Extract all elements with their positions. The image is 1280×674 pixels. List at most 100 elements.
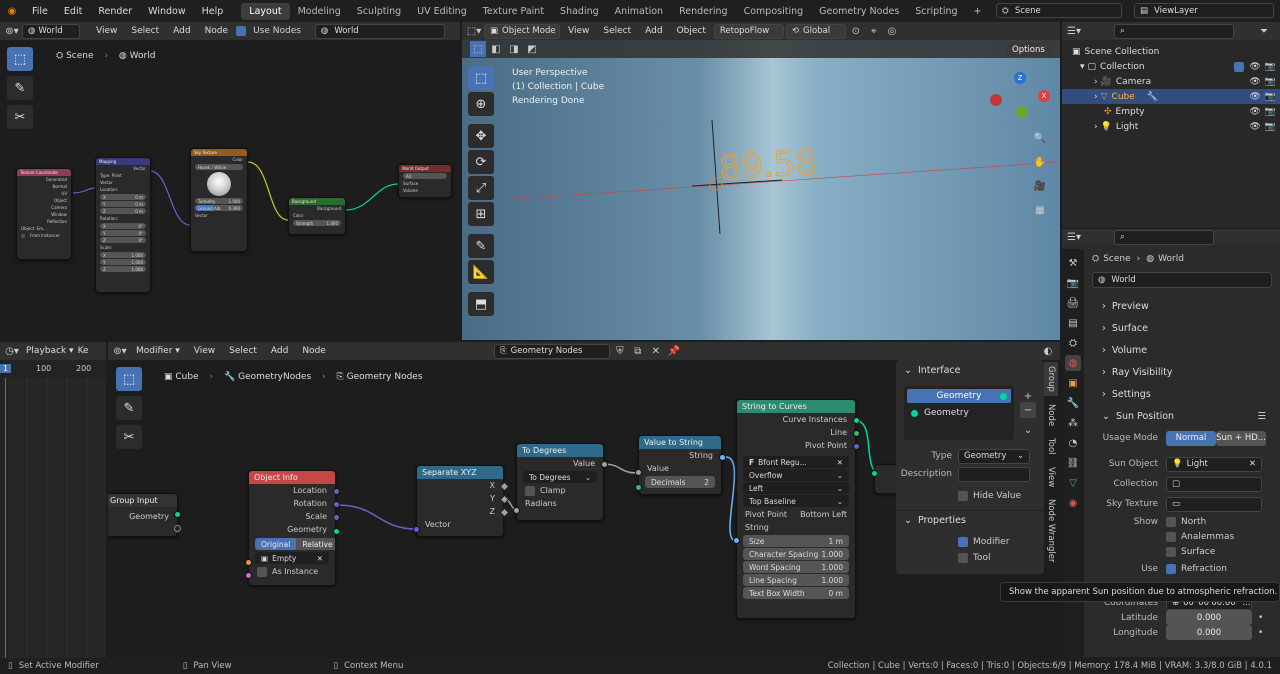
- socket-radians-in[interactable]: [513, 507, 520, 514]
- socket-object-in[interactable]: [245, 559, 252, 566]
- constraints-tab-icon[interactable]: ⛓: [1065, 455, 1081, 471]
- type-value[interactable]: Point: [112, 173, 122, 178]
- include-checkbox[interactable]: [1234, 61, 1245, 72]
- latitude-field[interactable]: 0.000: [1166, 610, 1252, 625]
- text-box-width-field[interactable]: Text Box Width 0 m: [743, 587, 849, 599]
- object-tab-icon[interactable]: ▣: [1065, 375, 1081, 391]
- keyframe-dot-icon[interactable]: •: [1258, 613, 1263, 623]
- navigation-gizmo[interactable]: Z X: [990, 72, 1050, 132]
- outliner-item-empty[interactable]: ✣ Empty 👁 📷: [1062, 104, 1280, 119]
- timeline-playhead[interactable]: [5, 378, 6, 658]
- tab-node[interactable]: Node: [1044, 400, 1058, 430]
- modifier-checkbox[interactable]: [958, 537, 968, 547]
- math-operation-dropdown[interactable]: To Degrees ⌄: [523, 471, 597, 483]
- visibility-eye-icon[interactable]: 👁: [1249, 92, 1260, 102]
- section-settings[interactable]: › Settings: [1092, 384, 1274, 404]
- expand-icon[interactable]: ›: [1094, 122, 1098, 132]
- scene-selector[interactable]: ⛭ Scene: [996, 3, 1122, 18]
- material-tab-icon[interactable]: ◉: [1065, 495, 1081, 511]
- socket-rotation-out[interactable]: [333, 501, 340, 508]
- rotation-y-field[interactable]: Y 0°: [100, 230, 146, 236]
- socket-geometry-out[interactable]: [174, 511, 181, 518]
- socket-vector-in[interactable]: [413, 526, 420, 533]
- decimals-field[interactable]: Decimals 2: [645, 476, 715, 488]
- socket-geometry-in[interactable]: [871, 470, 878, 477]
- physics-tab-icon[interactable]: ◔: [1065, 435, 1081, 451]
- world-tab-icon[interactable]: ◍: [1065, 355, 1081, 371]
- properties-search[interactable]: ⌕: [1114, 229, 1214, 245]
- viewport-3d[interactable]: ⬚▾ ▣ Object Mode View Select Add Object R…: [462, 22, 1060, 340]
- render-camera-icon[interactable]: 📷: [1265, 107, 1276, 117]
- hide-value-checkbox[interactable]: [958, 491, 968, 501]
- tab-node-wrangler[interactable]: Node Wrangler: [1044, 495, 1058, 566]
- tab-tool[interactable]: Tool: [1044, 434, 1058, 459]
- sky-texture-field[interactable]: ▭: [1166, 496, 1262, 512]
- object-field[interactable]: ▣ Empty ✕: [255, 552, 329, 564]
- view-layer-tab-icon[interactable]: ▤: [1065, 315, 1081, 331]
- refraction-checkbox[interactable]: [1166, 564, 1176, 574]
- relative-mode-button[interactable]: Relative: [296, 538, 335, 550]
- visibility-eye-icon[interactable]: 👁: [1249, 122, 1260, 132]
- socket-location-out[interactable]: [333, 488, 340, 495]
- overflow-dropdown[interactable]: Overflow ⌄: [743, 469, 849, 481]
- align-dropdown[interactable]: Left ⌄: [743, 482, 849, 494]
- socket-pivot-out[interactable]: [853, 443, 860, 450]
- socket-string-in[interactable]: [733, 537, 740, 544]
- character-spacing-field[interactable]: Character Spacing 1.000: [743, 548, 849, 560]
- outliner-collection[interactable]: ▾ ▢ Collection 👁 📷: [1062, 59, 1280, 74]
- tab-rendering[interactable]: Rendering: [671, 3, 736, 20]
- menu-render[interactable]: Render: [90, 6, 140, 17]
- sun-object-field[interactable]: 💡 Light ✕: [1166, 456, 1262, 472]
- collection-field[interactable]: ▢: [1166, 476, 1262, 492]
- tab-animation[interactable]: Animation: [607, 3, 671, 20]
- pivot-dropdown[interactable]: Bottom Left: [800, 510, 847, 519]
- render-camera-icon[interactable]: 📷: [1265, 62, 1276, 72]
- outliner-scene-collection[interactable]: ▣ Scene Collection: [1062, 44, 1280, 59]
- output-tab-icon[interactable]: 🖨: [1065, 295, 1081, 311]
- list-menu-icon[interactable]: ☰: [1257, 411, 1266, 422]
- usage-sun-hdri-button[interactable]: Sun + HD...: [1216, 430, 1266, 446]
- socket-value-in[interactable]: [635, 469, 642, 476]
- section-surface[interactable]: › Surface: [1092, 318, 1274, 338]
- texture-coordinate-node[interactable]: Texture Coordinate Generated Normal UV O…: [16, 168, 72, 260]
- section-volume[interactable]: › Volume: [1092, 340, 1274, 360]
- remove-item-icon[interactable]: −: [1020, 402, 1036, 418]
- world-datablock-field[interactable]: ◍ World: [1092, 272, 1272, 288]
- location-x-field[interactable]: X 0 m: [100, 194, 146, 200]
- socket-string-out[interactable]: [719, 454, 726, 461]
- tab-uv-editing[interactable]: UV Editing: [409, 3, 475, 20]
- socket-curve-instances-out[interactable]: [853, 417, 860, 424]
- socket-line-out[interactable]: [853, 430, 860, 437]
- socket-scale-out[interactable]: [333, 514, 340, 521]
- editor-type-icon[interactable]: ◷▾: [4, 343, 20, 359]
- timeline-ruler[interactable]: 1 100 200: [0, 364, 106, 378]
- current-frame-marker[interactable]: 1: [0, 364, 12, 373]
- axis-x-icon[interactable]: X: [1038, 90, 1050, 102]
- render-camera-icon[interactable]: 📷: [1265, 92, 1276, 102]
- tab-texture-paint[interactable]: Texture Paint: [475, 3, 552, 20]
- tab-geometry-nodes[interactable]: Geometry Nodes: [811, 3, 907, 20]
- tab-view[interactable]: View: [1044, 463, 1058, 491]
- add-workspace-icon[interactable]: +: [966, 3, 990, 20]
- render-target-dropdown[interactable]: All: [403, 173, 447, 179]
- location-y-field[interactable]: Y 0 m: [100, 201, 146, 207]
- outliner-item-camera[interactable]: › 🎥 Camera 👁 📷: [1062, 74, 1280, 89]
- modifier-tab-icon[interactable]: 🔧: [1065, 395, 1081, 411]
- socket-value-out[interactable]: [601, 461, 608, 468]
- rotation-z-field[interactable]: Z 0°: [100, 237, 146, 243]
- word-spacing-field[interactable]: Word Spacing 1.000: [743, 561, 849, 573]
- menu-help[interactable]: Help: [194, 6, 232, 17]
- description-field[interactable]: [958, 466, 1030, 482]
- clear-icon[interactable]: ✕: [1249, 459, 1256, 469]
- tab-sculpting[interactable]: Sculpting: [349, 3, 409, 20]
- interface-item-geometry-output[interactable]: Geometry: [907, 389, 1011, 403]
- section-preview[interactable]: › Preview: [1092, 296, 1274, 316]
- sky-texture-node[interactable]: Sky Texture Color Hosek / Wilkie Turbidi…: [190, 148, 248, 252]
- baseline-dropdown[interactable]: Top Baseline ⌄: [743, 495, 849, 507]
- axis-neg-x-icon[interactable]: [990, 94, 1002, 106]
- axis-y-icon[interactable]: [1016, 106, 1028, 118]
- surface-checkbox[interactable]: [1166, 546, 1176, 557]
- tab-group[interactable]: Group: [1044, 362, 1058, 396]
- menu-edit[interactable]: Edit: [56, 6, 90, 17]
- editor-type-icon[interactable]: ☰▾: [1066, 229, 1082, 245]
